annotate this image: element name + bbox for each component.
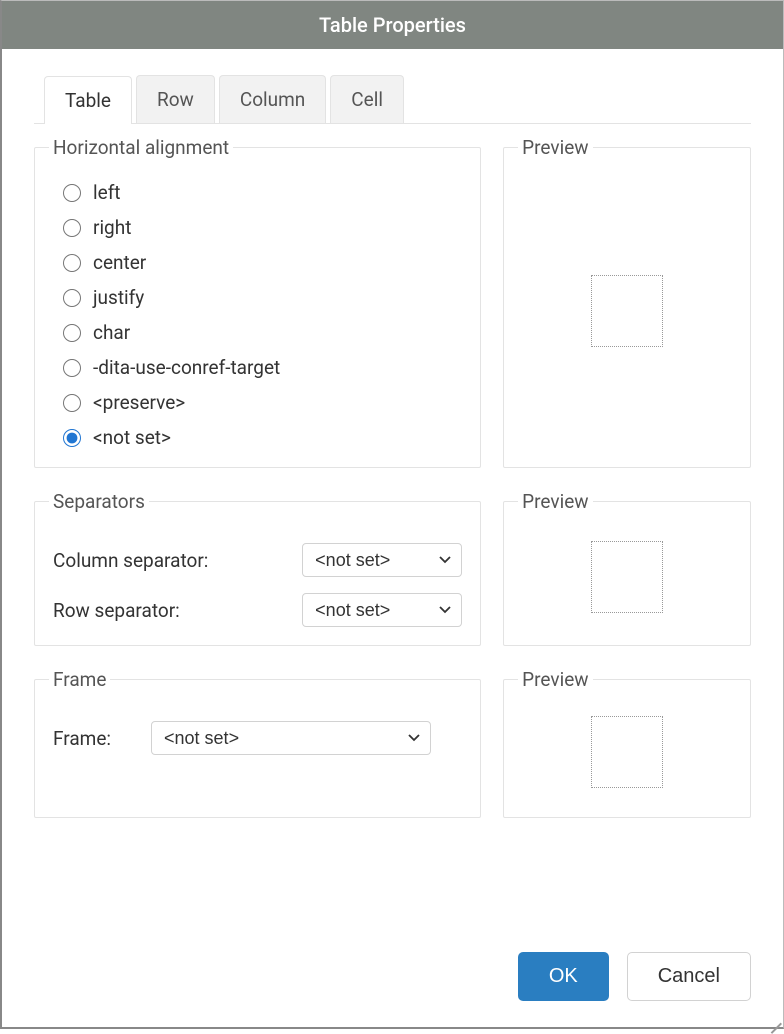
- frame-legend: Frame: [49, 668, 110, 691]
- halign-legend: Horizontal alignment: [49, 136, 233, 159]
- dialog-content: Table Row Column Cell Horizontal alignme…: [2, 49, 783, 934]
- halign-option[interactable]: <not set>: [63, 426, 462, 449]
- halign-radio[interactable]: [63, 184, 81, 202]
- halign-radio[interactable]: [63, 219, 81, 237]
- separators-row: Separators Column separator: <not set> R…: [34, 490, 751, 646]
- dialog-title: Table Properties: [319, 13, 466, 37]
- halign-radio[interactable]: [63, 324, 81, 342]
- halign-option[interactable]: left: [63, 181, 462, 204]
- halign-radio[interactable]: [63, 254, 81, 272]
- cancel-button[interactable]: Cancel: [627, 952, 751, 1001]
- frame-select[interactable]: <not set>: [151, 721, 431, 755]
- row-separator-label: Row separator:: [53, 599, 180, 622]
- resize-handle-icon[interactable]: [764, 1009, 782, 1027]
- separators-fieldset: Separators Column separator: <not set> R…: [34, 490, 481, 646]
- halign-option-label: -dita-use-conref-target: [93, 356, 280, 379]
- frame-preview-square: [591, 716, 663, 788]
- halign-radio[interactable]: [63, 289, 81, 307]
- row-separator-row: Row separator: <not set>: [53, 593, 462, 627]
- preview-legend-3: Preview: [518, 668, 592, 691]
- separators-preview-area: [522, 527, 732, 627]
- halign-option-label: left: [93, 181, 121, 204]
- ok-button[interactable]: OK: [518, 952, 609, 1001]
- halign-option-label: right: [93, 216, 131, 239]
- halign-radio[interactable]: [63, 359, 81, 377]
- halign-option[interactable]: char: [63, 321, 462, 344]
- halign-option[interactable]: right: [63, 216, 462, 239]
- tab-row[interactable]: Row: [136, 75, 215, 123]
- halign-option[interactable]: justify: [63, 286, 462, 309]
- content-spacer: [34, 840, 751, 918]
- col-separator-label: Column separator:: [53, 549, 208, 572]
- tab-bar: Table Row Column Cell: [34, 75, 751, 124]
- frame-preview-area: [522, 705, 732, 799]
- separators-legend: Separators: [49, 490, 149, 513]
- halign-fieldset: Horizontal alignment left right center just…: [34, 136, 481, 468]
- halign-option-label: justify: [93, 286, 144, 309]
- halign-row: Horizontal alignment left right center just…: [34, 136, 751, 468]
- halign-option-label: char: [93, 321, 130, 344]
- halign-option[interactable]: -dita-use-conref-target: [63, 356, 462, 379]
- separators-preview-fieldset: Preview: [503, 490, 751, 646]
- dialog-footer: OK Cancel: [2, 934, 783, 1027]
- frame-label: Frame:: [53, 727, 111, 750]
- table-properties-dialog: Table Properties Table Row Column Cell H…: [0, 0, 784, 1029]
- halign-option[interactable]: center: [63, 251, 462, 274]
- halign-option-label: <not set>: [93, 426, 171, 449]
- frame-fieldset: Frame Frame: <not set>: [34, 668, 481, 818]
- tab-column[interactable]: Column: [219, 75, 326, 123]
- dialog-title-bar: Table Properties: [2, 1, 783, 49]
- preview-legend-2: Preview: [518, 490, 592, 513]
- frame-control-row: Frame: <not set>: [53, 721, 462, 755]
- halign-radio-list: left right center justify char -dita-use-conr…: [53, 181, 462, 449]
- halign-option[interactable]: <preserve>: [63, 391, 462, 414]
- row-separator-select[interactable]: <not set>: [302, 593, 462, 627]
- tab-table[interactable]: Table: [44, 76, 132, 124]
- halign-preview-area: [522, 173, 732, 449]
- halign-radio[interactable]: [63, 394, 81, 412]
- separators-preview-square: [591, 541, 663, 613]
- halign-preview-fieldset: Preview: [503, 136, 751, 468]
- preview-legend-1: Preview: [518, 136, 592, 159]
- col-separator-row: Column separator: <not set>: [53, 543, 462, 577]
- col-separator-select[interactable]: <not set>: [302, 543, 462, 577]
- halign-radio[interactable]: [63, 429, 81, 447]
- frame-row-block: Frame Frame: <not set> Preview: [34, 668, 751, 818]
- frame-preview-fieldset: Preview: [503, 668, 751, 818]
- tab-cell[interactable]: Cell: [330, 75, 404, 123]
- halign-option-label: <preserve>: [93, 391, 185, 414]
- halign-preview-square: [591, 275, 663, 347]
- halign-option-label: center: [93, 251, 146, 274]
